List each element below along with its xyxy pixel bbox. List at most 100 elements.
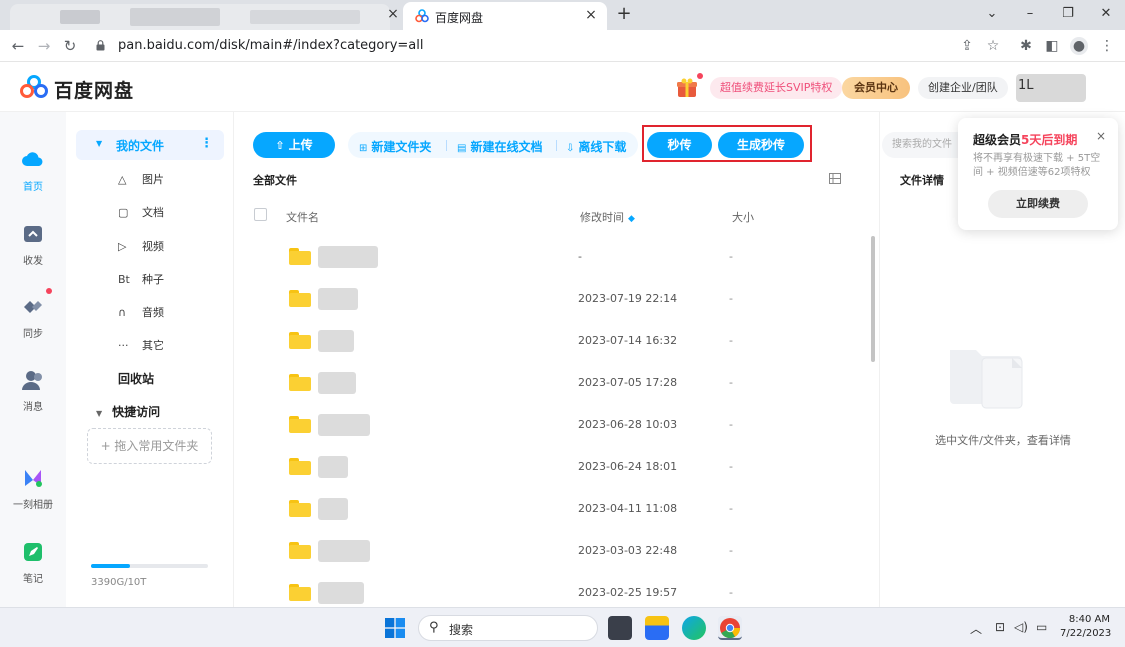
folder-icon <box>289 416 311 433</box>
user-name[interactable]: 1L <box>1018 78 1034 93</box>
grid-view-icon[interactable] <box>829 173 841 184</box>
size-cell: - <box>729 586 733 599</box>
column-header-name[interactable]: 文件名 <box>286 209 319 225</box>
bookmark-star-icon[interactable]: ☆ <box>984 37 1002 55</box>
vip-center-button[interactable]: 会员中心 <box>842 77 910 99</box>
gift-box-icon[interactable] <box>676 77 698 99</box>
redacted-file-name[interactable] <box>318 372 356 394</box>
table-row[interactable]: -- <box>234 236 864 278</box>
sidebar-item-quick-access[interactable]: ▼ 快捷访问 <box>96 403 160 420</box>
taskbar-search-input[interactable]: ⚲ 搜索 <box>418 615 598 641</box>
svip-promo-button[interactable]: 超值续费延长SVIP特权 <box>710 77 843 99</box>
minimize-button[interactable]: – <box>1020 5 1040 23</box>
address-bar[interactable]: pan.baidu.com/disk/main#/index?category=… <box>118 38 424 53</box>
forward-icon[interactable]: → <box>34 36 54 56</box>
redacted-file-name[interactable] <box>318 540 370 562</box>
table-row[interactable]: 2023-06-24 18:01 - <box>234 446 864 488</box>
sidebar-item-other[interactable]: ··· 其它 <box>118 337 164 353</box>
sidebar-item-images[interactable]: △ 图片 <box>118 171 164 187</box>
modified-time-cell: 2023-03-03 22:48 <box>578 544 678 557</box>
nav-item-messages[interactable]: 消息 <box>0 368 66 413</box>
lock-icon[interactable] <box>96 40 105 51</box>
upload-button[interactable]: ⇧ 上传 <box>253 132 335 158</box>
column-header-size[interactable]: 大小 <box>732 209 754 225</box>
favorite-folder-dropzone[interactable]: + 拖入常用文件夹 <box>87 428 212 464</box>
close-tab-icon[interactable]: × <box>583 7 599 23</box>
clock-time: 8:40 AM <box>1068 614 1110 625</box>
breadcrumb-all-files[interactable]: 全部文件 <box>253 172 297 188</box>
extensions-icon[interactable]: ✱ <box>1017 37 1035 55</box>
folder-icon <box>289 248 311 265</box>
file-explorer-icon[interactable] <box>645 616 669 640</box>
table-row[interactable]: 2023-03-03 22:48 - <box>234 530 864 572</box>
sidebar-item-torrents[interactable]: Bt 种子 <box>118 271 164 287</box>
system-clock[interactable]: 8:40 AM 7/22/2023 <box>1060 613 1111 641</box>
generate-instant-link-button[interactable]: 生成秒传 <box>718 132 804 158</box>
nav-item-album[interactable]: 一刻相册 <box>0 466 66 511</box>
reload-icon[interactable]: ↻ <box>60 36 80 56</box>
nav-item-share[interactable]: 收发 <box>0 222 66 267</box>
new-tab-button[interactable]: + <box>614 4 634 24</box>
redacted-file-name[interactable] <box>318 330 354 352</box>
more-options-icon[interactable]: ⋮ <box>200 136 213 151</box>
divider <box>446 140 447 151</box>
chevron-up-icon[interactable]: ︿ <box>970 620 982 637</box>
nav-item-notes[interactable]: 笔记 <box>0 540 66 585</box>
profile-icon[interactable]: ● <box>1070 37 1088 55</box>
notification-dot <box>697 73 703 79</box>
sidebar-item-my-files[interactable]: ▼ 我的文件 ⋮ <box>76 130 224 160</box>
new-folder-label: 新建文件夹 <box>371 140 432 154</box>
new-online-doc-button[interactable]: ▤ 新建在线文档 <box>457 138 542 155</box>
windows-start-icon[interactable] <box>385 618 405 638</box>
browser-menu-icon[interactable]: ⋮ <box>1098 37 1116 55</box>
active-tab[interactable]: 百度网盘 × <box>403 2 607 30</box>
edge-browser-icon[interactable] <box>682 616 706 640</box>
close-window-button[interactable]: ✕ <box>1096 5 1116 23</box>
battery-icon[interactable]: ▭ <box>1036 620 1047 634</box>
side-panel-icon[interactable]: ◧ <box>1043 37 1061 55</box>
sidebar-item-audio[interactable]: ∩ 音频 <box>118 304 164 320</box>
chrome-taskbar-button[interactable] <box>718 616 742 640</box>
popup-close-icon[interactable]: × <box>1096 129 1106 143</box>
column-header-time[interactable]: 修改时间 ◆ <box>580 209 635 225</box>
close-tab-icon[interactable]: × <box>385 6 401 22</box>
blurred-tabs[interactable] <box>10 4 390 30</box>
task-view-icon[interactable] <box>608 616 632 640</box>
category-label: 音频 <box>142 306 164 319</box>
table-row[interactable]: 2023-07-14 16:32 - <box>234 320 864 362</box>
scrollbar[interactable] <box>871 236 875 362</box>
baidu-pan-logo-icon[interactable] <box>18 75 50 99</box>
table-row[interactable]: 2023-06-28 10:03 - <box>234 404 864 446</box>
search-icon: ⚲ <box>429 620 439 635</box>
offline-download-button[interactable]: ⇩ 离线下载 <box>566 138 626 155</box>
new-folder-icon: ⊞ <box>359 143 368 154</box>
redacted-file-name[interactable] <box>318 582 364 604</box>
redacted-file-name[interactable] <box>318 246 378 268</box>
table-row[interactable]: 2023-07-05 17:28 - <box>234 362 864 404</box>
select-all-checkbox[interactable] <box>254 208 267 221</box>
brand-name[interactable]: 百度网盘 <box>54 76 134 103</box>
network-icon[interactable]: ⊡ <box>995 620 1005 634</box>
restore-button[interactable]: ❐ <box>1058 5 1078 23</box>
sidebar-item-recycle-bin[interactable]: 回收站 <box>118 370 154 387</box>
share-icon[interactable]: ⇪ <box>958 37 976 55</box>
back-icon[interactable]: ← <box>8 36 28 56</box>
renew-now-button[interactable]: 立即续费 <box>988 190 1088 218</box>
nav-item-sync[interactable]: 同步 <box>0 295 66 340</box>
table-row[interactable]: 2023-04-11 11:08 - <box>234 488 864 530</box>
nav-item-home[interactable]: 首页 <box>0 148 66 193</box>
sidebar-item-videos[interactable]: ▷ 视频 <box>118 238 164 254</box>
volume-icon[interactable]: ◁) <box>1014 620 1028 634</box>
table-row[interactable]: 2023-07-19 22:14 - <box>234 278 864 320</box>
redacted-file-name[interactable] <box>318 456 348 478</box>
sidebar-item-documents[interactable]: ▢ 文档 <box>118 204 164 220</box>
folder-icon <box>289 458 311 475</box>
create-enterprise-button[interactable]: 创建企业/团队 <box>918 77 1008 99</box>
new-folder-button[interactable]: ⊞ 新建文件夹 <box>359 138 431 155</box>
redacted-file-name[interactable] <box>318 498 348 520</box>
redacted-file-name[interactable] <box>318 414 370 436</box>
redacted-file-name[interactable] <box>318 288 358 310</box>
file-sidebar: ▼ 我的文件 ⋮ △ 图片 ▢ 文档 ▷ 视频 Bt 种子 ∩ 音频 ··· 其它 回收站 … <box>66 112 234 607</box>
tab-search-icon[interactable]: ⌄ <box>982 5 1002 23</box>
instant-upload-button[interactable]: 秒传 <box>647 132 712 158</box>
